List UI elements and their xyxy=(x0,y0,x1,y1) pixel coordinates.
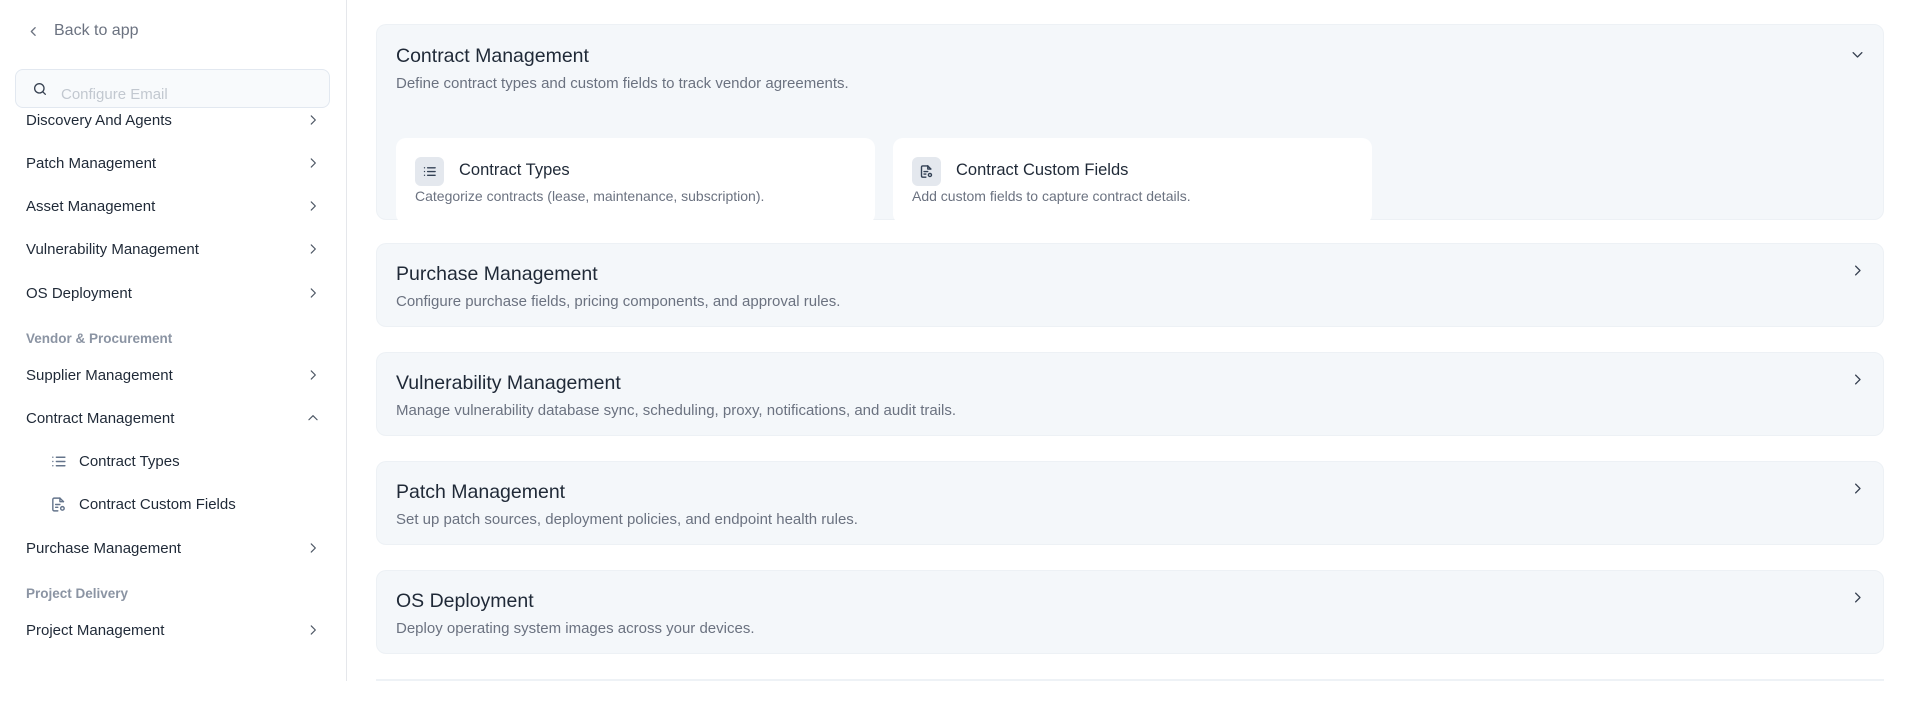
list-icon xyxy=(52,456,66,466)
panel-contract-management[interactable]: Contract Management Define contract type… xyxy=(376,24,1884,224)
sidebar-item-asset-management[interactable]: Asset Management xyxy=(26,194,320,218)
panel-title: Patch Management xyxy=(396,481,566,503)
file-settings-icon xyxy=(52,496,65,512)
card-description: Categorize contracts (lease, maintenance… xyxy=(415,188,765,204)
sidebar-item-purchase-management[interactable]: Purchase Management xyxy=(26,536,320,560)
panel-os-deployment[interactable]: OS Deployment Deploy operating system im… xyxy=(376,570,1884,654)
chevron-right-icon xyxy=(310,625,316,635)
sidebar-item-patch-management[interactable]: Patch Management xyxy=(26,151,320,175)
search-input[interactable] xyxy=(61,84,316,104)
sidebar-item-label: Purchase Management xyxy=(26,539,182,557)
sidebar-item-label: Patch Management xyxy=(26,154,157,172)
chevron-up-icon xyxy=(308,415,318,421)
card-title: Contract Custom Fields xyxy=(956,161,1129,179)
panel-description: Define contract types and custom fields … xyxy=(396,75,849,92)
panel-purchase-management[interactable]: Purchase Management Configure purchase f… xyxy=(376,243,1884,327)
file-settings-icon xyxy=(920,165,933,178)
sidebar-item-os-deployment[interactable]: OS Deployment xyxy=(26,281,320,305)
chevron-right-icon xyxy=(310,158,316,168)
sidebar-item-project-management[interactable]: Project Management xyxy=(26,618,320,642)
sidebar-item-contract-management[interactable]: Contract Management xyxy=(26,406,320,430)
card-icon-box xyxy=(912,157,941,186)
card-icon-box xyxy=(415,157,444,186)
panel-description: Deploy operating system images across yo… xyxy=(396,620,755,637)
chevron-left-icon xyxy=(30,26,36,36)
sidebar-item-label: OS Deployment xyxy=(26,284,132,302)
card-description: Add custom fields to capture contract de… xyxy=(912,188,1191,204)
panel-vulnerability-management[interactable]: Vulnerability Management Manage vulnerab… xyxy=(376,352,1884,436)
card-title: Contract Types xyxy=(459,161,570,179)
card-contract-custom-fields[interactable]: Contract Custom Fields Add custom fields… xyxy=(893,138,1372,224)
sidebar-subitem-label: Contract Custom Fields xyxy=(79,495,236,513)
panel-description: Set up patch sources, deployment policie… xyxy=(396,511,858,528)
search-icon xyxy=(34,83,46,95)
chevron-right-icon xyxy=(310,543,316,553)
sidebar-item-label: Supplier Management xyxy=(26,366,173,384)
sidebar-item-label: Project Management xyxy=(26,621,165,639)
chevron-right-icon xyxy=(310,370,316,380)
chevron-right-icon[interactable] xyxy=(1850,372,1865,387)
chevron-right-icon[interactable] xyxy=(1850,590,1865,605)
section-heading-vendor-procurement: Vendor & Procurement xyxy=(26,331,173,346)
next-panel-edge xyxy=(376,679,1884,681)
sidebar-item-label: Discovery And Agents xyxy=(26,111,172,129)
sidebar-subitem-contract-custom-fields[interactable]: Contract Custom Fields xyxy=(50,492,236,516)
card-contract-types[interactable]: Contract Types Categorize contracts (lea… xyxy=(396,138,875,224)
chevron-right-icon[interactable] xyxy=(1850,481,1865,496)
list-icon xyxy=(423,167,436,176)
sidebar-item-label: Asset Management xyxy=(26,197,156,215)
chevron-down-icon[interactable] xyxy=(1850,47,1865,62)
panel-patch-management[interactable]: Patch Management Set up patch sources, d… xyxy=(376,461,1884,545)
panel-title: OS Deployment xyxy=(396,590,534,612)
sidebar-item-supplier-management[interactable]: Supplier Management xyxy=(26,363,320,387)
chevron-right-icon xyxy=(310,115,316,125)
sidebar-subitem-contract-types[interactable]: Contract Types xyxy=(50,449,180,473)
sidebar-item-discovery-and-agents[interactable]: Discovery And Agents xyxy=(26,108,320,132)
back-to-app-link[interactable]: Back to app xyxy=(27,22,139,40)
panel-description: Manage vulnerability database sync, sche… xyxy=(396,402,957,419)
panel-title: Vulnerability Management xyxy=(396,372,621,394)
chevron-right-icon[interactable] xyxy=(1850,263,1865,278)
chevron-right-icon xyxy=(310,244,316,254)
chevron-right-icon xyxy=(310,288,316,298)
settings-main: Contract Management Define contract type… xyxy=(376,0,1884,681)
panel-description: Configure purchase fields, pricing compo… xyxy=(396,293,841,310)
settings-sidebar: Back to app Discovery And Agents Patch M… xyxy=(0,0,347,681)
section-heading-project-delivery: Project Delivery xyxy=(26,586,129,601)
panel-title: Purchase Management xyxy=(396,263,598,285)
chevron-right-icon xyxy=(310,201,316,211)
back-to-app-label: Back to app xyxy=(54,22,139,39)
settings-search[interactable] xyxy=(15,69,330,108)
sidebar-item-label: Contract Management xyxy=(26,409,175,427)
sidebar-item-vulnerability-management[interactable]: Vulnerability Management xyxy=(26,237,320,261)
sidebar-item-label: Vulnerability Management xyxy=(26,240,199,258)
panel-title: Contract Management xyxy=(396,45,589,67)
sidebar-subitem-label: Contract Types xyxy=(79,452,180,470)
